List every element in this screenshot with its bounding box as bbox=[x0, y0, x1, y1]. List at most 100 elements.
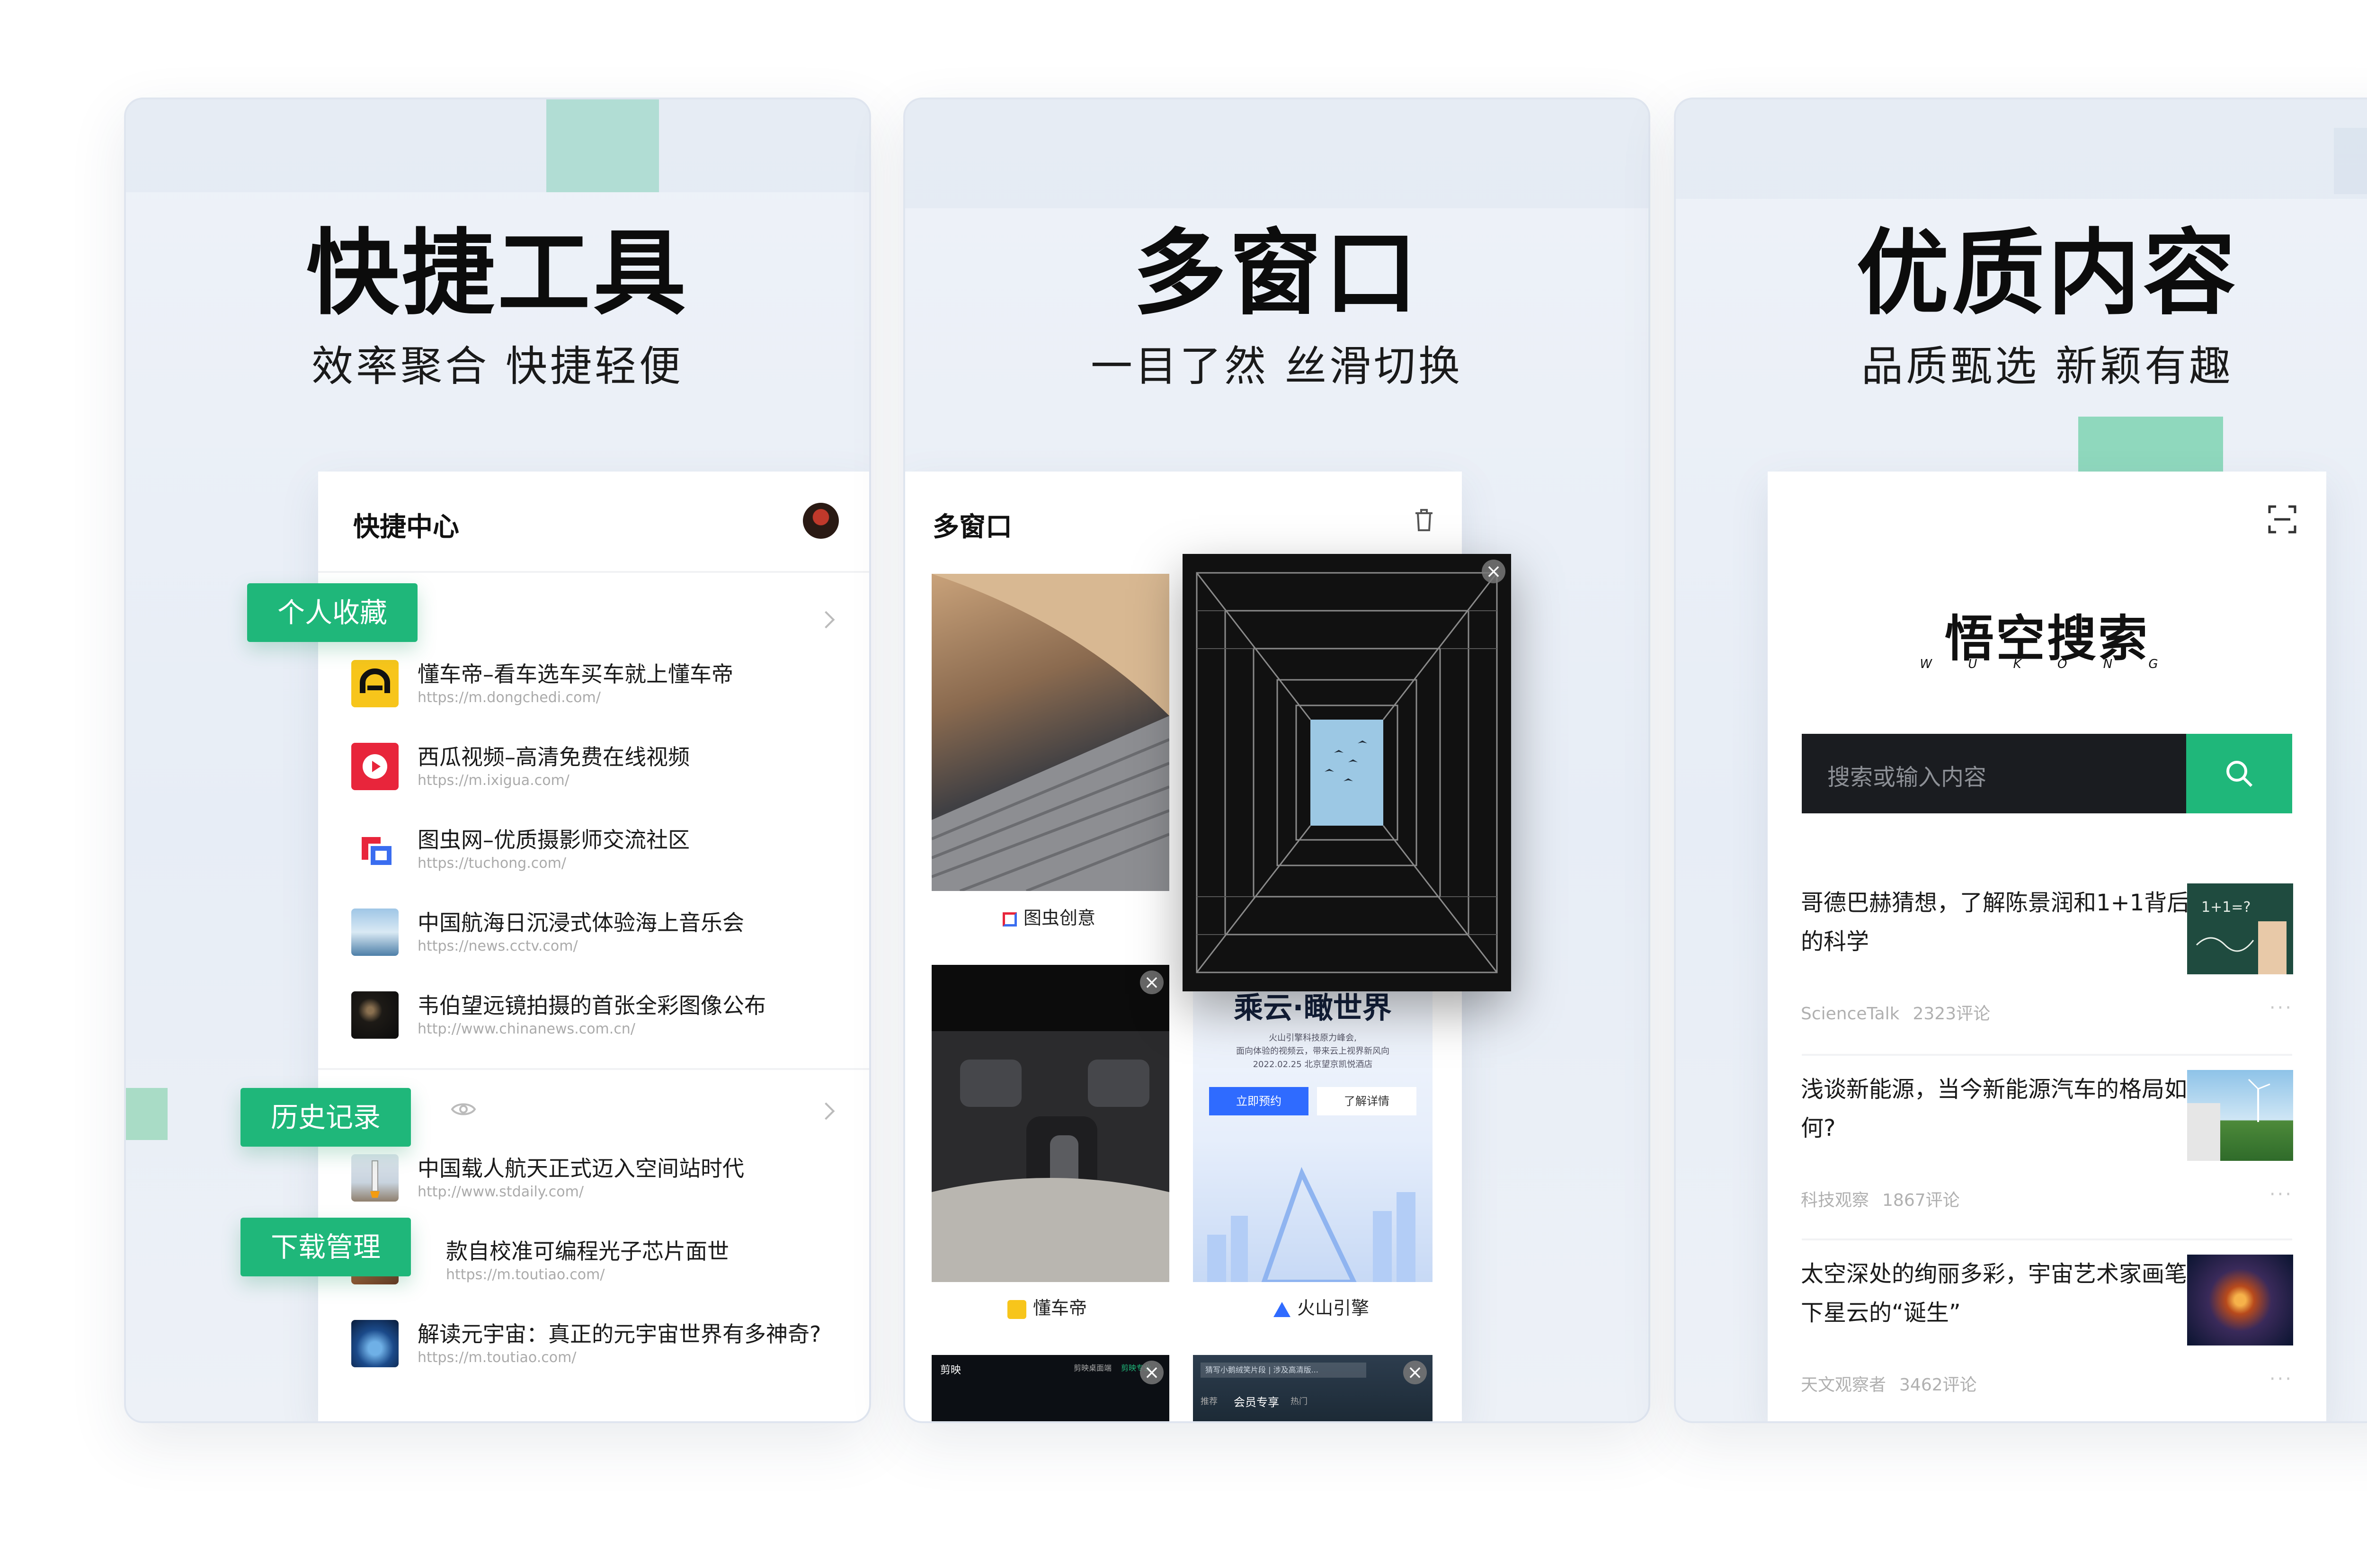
mini-tag: 热门 bbox=[1290, 1397, 1308, 1407]
dongchedi-icon bbox=[351, 660, 399, 707]
scan-icon[interactable] bbox=[2268, 505, 2297, 534]
news-thumbnail bbox=[2187, 1070, 2293, 1161]
volc-illustration bbox=[1207, 1167, 1415, 1282]
divider bbox=[1802, 1054, 2292, 1056]
item-title: 解读元宇宙：真正的元宇宙世界有多神奇? bbox=[418, 1321, 821, 1347]
caption-text: 火山引擎 bbox=[1297, 1298, 1370, 1319]
item-url: https://m.ixigua.com/ bbox=[418, 772, 570, 789]
tag-downloads[interactable]: 下载管理 bbox=[240, 1218, 411, 1276]
news-meta: ScienceTalk 2323评论 bbox=[1801, 1000, 1990, 1025]
ixigua-icon bbox=[351, 743, 399, 790]
decor-band bbox=[905, 99, 1648, 208]
volc-primary-button[interactable]: 立即预约 bbox=[1209, 1087, 1308, 1115]
decor-band bbox=[1676, 99, 2367, 199]
item-title: 款自校准可编程光子芯片面世 bbox=[446, 1238, 729, 1264]
item-url: https://m.toutiao.com/ bbox=[418, 1349, 577, 1366]
panel-title: 快捷中心 bbox=[353, 512, 459, 543]
item-url: https://m.toutiao.com/ bbox=[446, 1266, 605, 1283]
item-title: 韦伯望远镜拍摄的首张全彩图像公布 bbox=[418, 993, 766, 1018]
item-url: https://tuchong.com/ bbox=[418, 855, 566, 872]
window-thumbnail[interactable] bbox=[932, 574, 1169, 891]
close-icon[interactable]: × bbox=[1482, 560, 1505, 583]
mini-search-bar[interactable]: 猜写小鹅绒笑片段 | 涉及高清版... bbox=[1201, 1363, 1366, 1378]
rocket-thumbnail-icon bbox=[351, 1154, 399, 1202]
sea-thumbnail-icon bbox=[351, 909, 399, 956]
close-icon[interactable]: × bbox=[1140, 1361, 1164, 1384]
news-title: 哥德巴赫猜想，了解陈景润和1+1背后的科学 bbox=[1801, 890, 2190, 955]
decor-band bbox=[126, 99, 869, 192]
news-thumbnail: 1+1=? bbox=[2187, 883, 2293, 974]
card-subtitle: 一目了然 丝滑切换 bbox=[1091, 342, 1463, 391]
window-thumbnail[interactable]: 乘云·瞰世界 火山引擎科技原力峰会, 面向体验的视频云，带来云上视界新风向 20… bbox=[1193, 965, 1433, 1282]
dongchedi-icon bbox=[1007, 1300, 1026, 1319]
active-window-thumbnail[interactable]: × bbox=[1183, 554, 1511, 991]
mini-tab: 剪映 bbox=[940, 1364, 961, 1376]
search-icon bbox=[2226, 761, 2253, 787]
news-thumbnail bbox=[2187, 1255, 2293, 1345]
volc-secondary-button[interactable]: 了解详情 bbox=[1317, 1087, 1416, 1115]
search-button[interactable] bbox=[2186, 734, 2292, 813]
item-title: 懂车帝–看车选车买车就上懂车帝 bbox=[418, 661, 733, 687]
list-item[interactable]: 西瓜视频–高清免费在线视频 https://m.ixigua.com/ bbox=[351, 740, 841, 811]
news-source: 科技观察 bbox=[1801, 1191, 1869, 1210]
tag-history[interactable]: 历史记录 bbox=[240, 1088, 411, 1147]
caption-text: 图虫创意 bbox=[1023, 908, 1096, 928]
item-title: 图虫网–优质摄影师交流社区 bbox=[418, 827, 690, 853]
list-item[interactable]: 款自校准可编程光子芯片面世 https://m.toutiao.com/ bbox=[351, 1234, 841, 1305]
item-url: http://www.chinanews.com.cn/ bbox=[418, 1021, 635, 1037]
card-subtitle: 效率聚合 快捷轻便 bbox=[311, 342, 684, 391]
news-item[interactable]: 浅谈新能源，当今新能源汽车的格局如何? 科技观察 1867评论 ··· bbox=[1801, 1070, 2293, 1250]
item-url: http://www.stdaily.com/ bbox=[418, 1184, 584, 1200]
svg-text:1+1=?: 1+1=? bbox=[2201, 899, 2251, 916]
volc-line: 面向体验的视频云，带来云上视界新风向 bbox=[1236, 1046, 1389, 1056]
news-comments: 1867评论 bbox=[1882, 1191, 1960, 1210]
divider bbox=[318, 1068, 869, 1070]
volc-line: 火山引擎科技原力峰会, bbox=[1269, 1033, 1357, 1043]
item-url: https://m.dongchedi.com/ bbox=[418, 689, 601, 706]
mini-tab: 剪映桌面端 bbox=[1074, 1363, 1112, 1372]
card-title: 优质内容 bbox=[1856, 220, 2239, 328]
caption-text: 懂车帝 bbox=[1033, 1298, 1087, 1319]
chevron-right-icon[interactable] bbox=[817, 611, 835, 629]
news-comments: 3462评论 bbox=[1899, 1375, 1977, 1395]
wukong-search-panel: 悟空搜索 W U K O N G 搜索或输入内容 哥德巴赫猜想，了解陈景润和1+… bbox=[1768, 472, 2326, 1421]
close-icon[interactable]: × bbox=[1140, 971, 1164, 994]
search-placeholder: 搜索或输入内容 bbox=[1827, 764, 1987, 791]
avatar[interactable] bbox=[803, 503, 839, 539]
news-title: 浅谈新能源，当今新能源汽车的格局如何? bbox=[1801, 1076, 2188, 1141]
more-icon[interactable]: ··· bbox=[2269, 1368, 2293, 1390]
metaverse-thumbnail-icon bbox=[351, 1320, 399, 1367]
list-item[interactable]: 中国航海日沉浸式体验海上音乐会 https://news.cctv.com/ bbox=[351, 906, 841, 977]
more-icon[interactable]: ··· bbox=[2269, 1184, 2293, 1205]
trash-icon[interactable] bbox=[1414, 508, 1434, 532]
divider bbox=[1802, 1238, 2292, 1240]
chevron-right-icon[interactable] bbox=[817, 1102, 835, 1120]
window-caption: 图虫创意 bbox=[1003, 903, 1095, 929]
news-meta: 科技观察 1867评论 bbox=[1801, 1186, 1960, 1211]
search-input[interactable]: 搜索或输入内容 bbox=[1802, 734, 2186, 813]
eye-icon[interactable] bbox=[451, 1101, 476, 1117]
window-caption: 懂车帝 bbox=[1007, 1293, 1087, 1319]
news-item[interactable]: 哥德巴赫猜想，了解陈景润和1+1背后的科学 ScienceTalk 2323评论 … bbox=[1801, 883, 2293, 1063]
list-item[interactable]: 中国载人航天正式迈入空间站时代 http://www.stdaily.com/ bbox=[351, 1151, 841, 1222]
card-title: 快捷工具 bbox=[306, 220, 689, 328]
close-icon[interactable]: × bbox=[1403, 1361, 1427, 1384]
list-item[interactable]: 懂车帝–看车选车买车就上懂车帝 https://m.dongchedi.com/ bbox=[351, 657, 841, 728]
list-item[interactable]: 韦伯望远镜拍摄的首张全彩图像公布 http://www.chinanews.co… bbox=[351, 989, 841, 1060]
window-thumbnail[interactable]: 猜写小鹅绒笑片段 | 涉及高清版... 推荐 会员专享 热门 × bbox=[1193, 1355, 1433, 1421]
window-thumbnail[interactable]: 剪映 剪映桌面端 剪映专业 × bbox=[932, 1355, 1169, 1421]
tag-favorites[interactable]: 个人收藏 bbox=[247, 583, 418, 642]
window-thumbnail[interactable]: × bbox=[932, 965, 1169, 1282]
mini-tag: 推荐 bbox=[1201, 1397, 1218, 1407]
list-item[interactable]: 图虫网–优质摄影师交流社区 https://tuchong.com/ bbox=[351, 823, 841, 894]
card-title: 多窗口 bbox=[1133, 220, 1420, 328]
wukong-logo-sub: W U K O N G bbox=[1920, 657, 2174, 671]
more-icon[interactable]: ··· bbox=[2269, 997, 2293, 1019]
news-comments: 2323评论 bbox=[1913, 1004, 1991, 1024]
decor-block bbox=[126, 1088, 168, 1140]
list-item[interactable]: 解读元宇宙：真正的元宇宙世界有多神奇? https://m.toutiao.co… bbox=[351, 1317, 841, 1388]
divider bbox=[318, 571, 869, 573]
tuchong-icon bbox=[1003, 912, 1017, 927]
mini-tag: 会员专享 bbox=[1234, 1396, 1279, 1409]
news-item[interactable]: 太空深处的绚丽多彩，宇宙艺术家画笔下星云的“诞生” 天文观察者 3462评论 ··… bbox=[1801, 1255, 2293, 1421]
